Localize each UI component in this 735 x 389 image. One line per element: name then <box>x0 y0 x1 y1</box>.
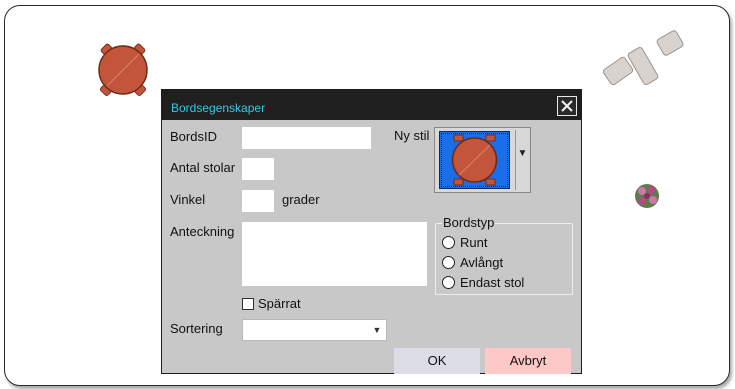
radio-label: Avlångt <box>460 254 504 270</box>
table-id-field[interactable] <box>242 127 371 149</box>
radio-chair-only[interactable]: Endast stol <box>442 274 524 290</box>
angle-field[interactable] <box>242 190 274 212</box>
radio-label: Runt <box>460 234 488 250</box>
round-table-icon[interactable] <box>91 38 155 102</box>
note-textarea[interactable] <box>242 222 427 286</box>
dialog-titlebar[interactable]: Bordsegenskaper <box>162 90 581 120</box>
new-style-label: Ny stil <box>394 128 430 143</box>
table-type-group: Bordstyp Runt Avlångt Endast stol <box>435 215 573 295</box>
style-preview <box>439 131 510 189</box>
style-picker[interactable]: ▼ <box>434 127 531 193</box>
sorting-select[interactable]: ▼ <box>242 319 387 341</box>
locked-label: Spärrat <box>258 296 301 311</box>
dialog-title: Bordsegenskaper <box>171 101 266 115</box>
radio-label: Endast stol <box>460 274 525 290</box>
table-type-legend: Bordstyp <box>442 215 496 230</box>
table-properties-dialog: Bordsegenskaper BordsID Antal stolar Vin… <box>161 89 582 374</box>
table-id-label: BordsID <box>170 129 217 144</box>
locked-checkbox[interactable] <box>242 297 254 310</box>
sorting-label: Sortering <box>170 321 223 336</box>
chairs-count-field[interactable] <box>242 158 274 180</box>
radio-circle[interactable] <box>442 255 455 269</box>
close-icon <box>561 100 573 112</box>
radio-round[interactable]: Runt <box>442 234 487 250</box>
plant-icon[interactable] <box>629 178 665 214</box>
cancel-button[interactable]: Avbryt <box>485 348 571 374</box>
chairs-label: Antal stolar <box>170 160 236 175</box>
ok-button[interactable]: OK <box>394 348 480 374</box>
sofa-group-icon[interactable] <box>599 26 691 98</box>
locked-checkbox-row[interactable]: Spärrat <box>242 296 301 311</box>
radio-circle[interactable] <box>442 235 455 249</box>
floor-plan-canvas[interactable]: Bordsegenskaper BordsID Antal stolar Vin… <box>4 5 730 386</box>
radio-circle[interactable] <box>442 275 455 289</box>
chevron-down-icon[interactable]: ▼ <box>370 323 384 337</box>
round-table-icon <box>451 134 498 186</box>
radio-oblong[interactable]: Avlångt <box>442 254 503 270</box>
close-button[interactable] <box>557 96 577 116</box>
chevron-down-icon[interactable]: ▼ <box>515 130 529 190</box>
note-label: Anteckning <box>170 224 235 239</box>
degrees-label: grader <box>282 192 320 207</box>
angle-label: Vinkel <box>170 192 206 207</box>
